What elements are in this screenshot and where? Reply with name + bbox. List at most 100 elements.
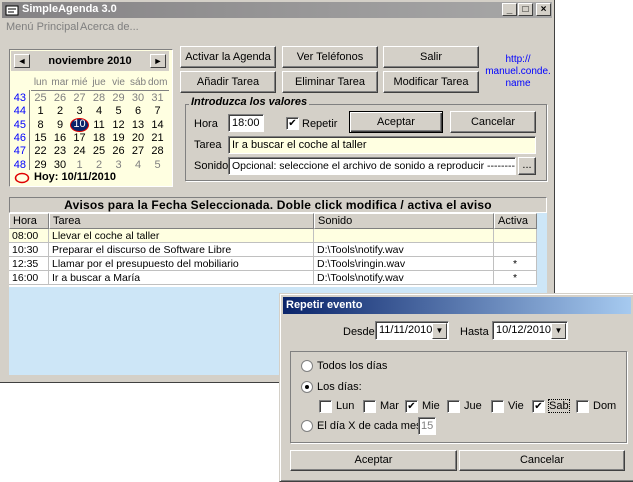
calendar-day[interactable]: 27 xyxy=(129,145,148,157)
day-checkbox-mie[interactable]: ✔ xyxy=(405,400,418,413)
dialog-cancelar-button[interactable]: Cancelar xyxy=(459,450,625,471)
todos-radio[interactable] xyxy=(301,360,313,372)
calendar-day[interactable]: 4 xyxy=(129,159,148,171)
calendar-day[interactable]: 9 xyxy=(51,119,70,131)
calendar-day[interactable]: 18 xyxy=(90,132,109,144)
table-row[interactable]: 10:30 Preparar el discurso de Software Li… xyxy=(9,243,537,257)
browse-sound-button[interactable]: ... xyxy=(518,157,536,175)
calendar-day[interactable]: 2 xyxy=(90,159,109,171)
repetir-checkbox[interactable]: ✔ xyxy=(286,117,299,130)
table-row[interactable]: 08:00 Llevar el coche al taller xyxy=(9,229,537,243)
calendar-day[interactable]: 25 xyxy=(90,145,109,157)
next-month-button[interactable]: ► xyxy=(150,54,166,68)
ver-telefonos-button[interactable]: Ver Teléfonos xyxy=(282,46,378,68)
calendar-day[interactable]: 6 xyxy=(129,105,148,117)
chevron-down-icon[interactable]: ▼ xyxy=(432,323,447,339)
calendar-day[interactable]: 3 xyxy=(109,159,128,171)
cell-activa: * xyxy=(494,257,537,271)
col-hora-header[interactable]: Hora xyxy=(9,213,49,229)
calendar-day[interactable]: 20 xyxy=(129,132,148,144)
col-tarea-header[interactable]: Tarea xyxy=(49,213,314,229)
table-row[interactable]: 16:00 Ir a buscar a María D:\Tools\notify.… xyxy=(9,271,537,285)
calendar-month-title[interactable]: noviembre 2010 xyxy=(11,55,169,67)
calendar-day[interactable]: 17 xyxy=(70,132,89,144)
calendar-day[interactable]: 14 xyxy=(148,119,167,131)
eliminar-tarea-button[interactable]: Eliminar Tarea xyxy=(282,71,378,93)
calendar-day[interactable]: 2 xyxy=(51,105,70,117)
form-aceptar-button[interactable]: Aceptar xyxy=(349,111,443,133)
calendar-day[interactable]: 3 xyxy=(70,105,89,117)
homepage-link[interactable]: http:// manuel.conde. name xyxy=(484,54,552,90)
day-checkbox-mar[interactable] xyxy=(363,400,376,413)
hasta-select[interactable]: 10/12/2010 ▼ xyxy=(492,321,568,340)
calendar-day[interactable]: 1 xyxy=(31,105,50,117)
anadir-tarea-button[interactable]: Añadir Tarea xyxy=(180,71,276,93)
title-bar[interactable]: SimpleAgenda 3.0 _ □ × xyxy=(2,2,552,18)
calendar-day[interactable]: 21 xyxy=(148,132,167,144)
chevron-down-icon[interactable]: ▼ xyxy=(551,323,566,339)
calendar-day-today[interactable]: 10 xyxy=(70,117,89,132)
day-checkbox-vie[interactable] xyxy=(491,400,504,413)
hora-input[interactable]: 18:00 xyxy=(228,114,264,132)
calendar-day[interactable]: 26 xyxy=(109,145,128,157)
calendar-day[interactable]: 28 xyxy=(90,92,109,104)
day-checkbox-sab[interactable]: ✔ xyxy=(532,400,545,413)
maximize-button[interactable]: □ xyxy=(518,3,533,16)
tarea-input[interactable]: Ir a buscar el coche al taller xyxy=(228,136,536,154)
cell-tarea: Ir a buscar a María xyxy=(49,271,314,285)
cell-activa xyxy=(494,243,537,257)
calendar-day[interactable]: 30 xyxy=(51,159,70,171)
month-calendar[interactable]: ◄ noviembre 2010 ► lun mar mié jue vie sáb dom… xyxy=(9,49,173,187)
calendar-day[interactable]: 23 xyxy=(51,145,70,157)
cada-mes-input[interactable]: 15 xyxy=(418,417,436,435)
calendar-day[interactable]: 26 xyxy=(51,92,70,104)
calendar-day[interactable]: 1 xyxy=(70,159,89,171)
day-checkbox-jue[interactable] xyxy=(447,400,460,413)
calendar-day[interactable]: 24 xyxy=(70,145,89,157)
day-checkbox-lun[interactable] xyxy=(319,400,332,413)
dialog-aceptar-button[interactable]: Aceptar xyxy=(290,450,457,471)
calendar-day[interactable]: 22 xyxy=(31,145,50,157)
week-number: 48 xyxy=(13,158,26,171)
table-row[interactable]: 12:35 Llamar por el presupuesto del mobil… xyxy=(9,257,537,271)
activar-agenda-button[interactable]: Activar la Agenda xyxy=(180,46,276,68)
col-sonido-header[interactable]: Sonido xyxy=(314,213,494,229)
desde-select[interactable]: 11/11/2010 ▼ xyxy=(375,321,449,340)
day-label: Dom xyxy=(593,400,617,412)
desde-value: 11/11/2010 xyxy=(379,324,433,336)
menu-acerca[interactable]: Acerca de... xyxy=(80,21,139,33)
modificar-tarea-button[interactable]: Modificar Tarea xyxy=(383,71,479,93)
cada-mes-radio[interactable] xyxy=(301,420,313,432)
calendar-day[interactable]: 29 xyxy=(31,159,50,171)
calendar-day[interactable]: 28 xyxy=(148,145,167,157)
calendar-day[interactable]: 5 xyxy=(148,159,167,171)
calendar-day[interactable]: 8 xyxy=(31,119,50,131)
calendar-day[interactable]: 30 xyxy=(129,92,148,104)
close-button[interactable]: × xyxy=(536,3,551,16)
calendar-day[interactable]: 5 xyxy=(109,105,128,117)
cell-activa xyxy=(494,229,537,243)
calendar-day[interactable]: 15 xyxy=(31,132,50,144)
minimize-button[interactable]: _ xyxy=(502,3,517,16)
calendar-day[interactable]: 16 xyxy=(51,132,70,144)
calendar-day[interactable]: 25 xyxy=(31,92,50,104)
calendar-day[interactable]: 19 xyxy=(109,132,128,144)
salir-button[interactable]: Salir xyxy=(383,46,479,68)
calendar-day[interactable]: 29 xyxy=(109,92,128,104)
today-label[interactable]: Hoy: 10/11/2010 xyxy=(34,171,116,183)
calendar-day[interactable]: 11 xyxy=(90,119,109,131)
menu-principal[interactable]: Menú Principal xyxy=(6,21,79,33)
calendar-day[interactable]: 4 xyxy=(90,105,109,117)
col-activa-header[interactable]: Activa xyxy=(494,213,537,229)
calendar-day[interactable]: 12 xyxy=(109,119,128,131)
calendar-day[interactable]: 27 xyxy=(70,92,89,104)
input-group-title: Introduzca los valores xyxy=(189,96,310,108)
calendar-day[interactable]: 7 xyxy=(148,105,167,117)
dialog-title[interactable]: Repetir evento xyxy=(283,297,631,314)
sonido-input[interactable]: Opcional: seleccione el archivo de sonid… xyxy=(228,157,516,175)
day-checkbox-dom[interactable] xyxy=(576,400,589,413)
calendar-day[interactable]: 13 xyxy=(129,119,148,131)
dias-radio[interactable] xyxy=(301,381,313,393)
calendar-day[interactable]: 31 xyxy=(148,92,167,104)
form-cancelar-button[interactable]: Cancelar xyxy=(450,111,536,133)
